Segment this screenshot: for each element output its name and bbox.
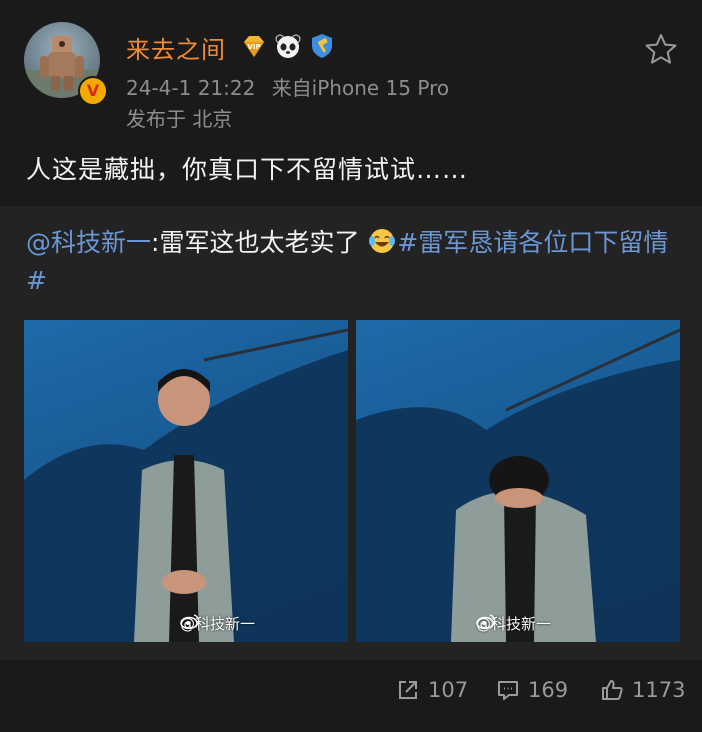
post-meta: 24-4-1 21:22 来自iPhone 15 Pro [126,72,459,101]
author-badges: VIP [240,30,336,62]
share-icon [399,681,417,699]
panda-icon[interactable] [274,32,302,60]
repost-body: :雷军这也太老实了 [151,228,360,257]
hammer-badge-icon[interactable] [308,32,336,60]
vip-diamond-icon[interactable]: VIP [240,32,268,60]
share-count: 107 [428,678,469,702]
verified-badge-icon: V [78,76,108,106]
laughing-crying-emoji-icon [369,229,396,253]
comment-icon [498,681,518,700]
post-time: 24-4-1 21:22 [126,76,256,100]
photo-2-watermark: @科技新一 [476,613,551,634]
post-header: V 来去之间 VIP 24-4-1 21:22 来自iPhone 15 Pro … [0,0,702,140]
repost-mention-link[interactable]: @科技新一 [26,228,151,257]
like-button[interactable]: 1173 [600,674,685,706]
comment-count: 169 [528,678,569,702]
comment-button[interactable]: 169 [496,674,568,706]
action-bar: 107 169 1173 [0,660,702,732]
weibo-logo-icon [180,614,199,629]
weibo-logo-icon [476,614,495,629]
repost-text: @科技新一:雷军这也太老实了 #雷军恳请各位口下留情# [26,224,676,300]
thumbs-up-icon [602,680,623,700]
like-count: 1173 [632,678,686,702]
share-button[interactable]: 107 [396,674,468,706]
repost-card[interactable]: @科技新一:雷军这也太老实了 #雷军恳请各位口下留情# @科技新一 @科技新一 [0,206,702,660]
post-source: 来自iPhone 15 Pro [271,76,450,100]
post-location: 发布于 北京 [126,107,233,131]
photo-1-image [24,328,348,642]
post-text: 人这是藏拙，你真口下不留情试试…… [26,155,469,184]
author-name[interactable]: 来去之间 [126,30,226,65]
repost-photo-2[interactable]: @科技新一 [356,320,680,642]
photo-1-watermark: @科技新一 [180,613,255,634]
repost-photo-1[interactable]: @科技新一 [24,320,348,642]
favorite-star-icon[interactable] [644,32,678,66]
photo-2-image [356,328,680,642]
svg-text:VIP: VIP [247,43,260,51]
